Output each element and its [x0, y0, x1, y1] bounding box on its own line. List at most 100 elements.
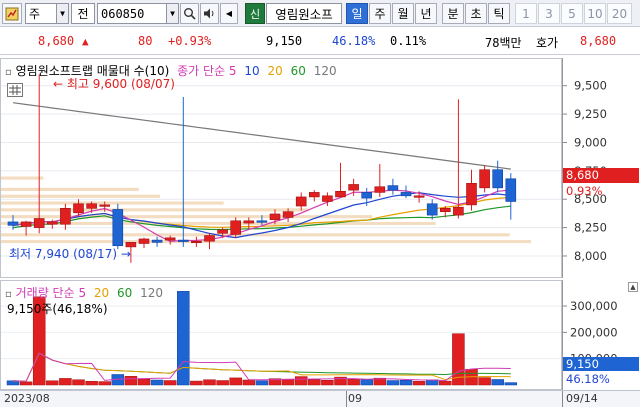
volume-bar — [347, 378, 360, 386]
volume-bar — [308, 379, 321, 386]
legend-square-icon: ▫ — [5, 67, 12, 78]
price-tick-label: 9,000 — [574, 135, 607, 149]
timeframe-select[interactable]: 주 ▼ — [25, 3, 69, 24]
volume-profile-bar — [1, 176, 44, 180]
volume-bar — [59, 378, 72, 386]
date-axis: 2023/08 09 09/14 — [0, 390, 640, 407]
volume-bar — [229, 377, 242, 386]
candle-body — [86, 203, 97, 209]
candle-body — [479, 169, 490, 189]
volume-bar — [163, 380, 177, 386]
high-annotation: ← 최고 9,600 (08/07) — [53, 75, 175, 92]
mode-select[interactable]: 전 — [71, 3, 95, 24]
vol-ma60-label: 60 — [117, 286, 133, 300]
volume-legend-title: 거래량 단순 5 — [15, 286, 87, 300]
volume-bar — [19, 381, 33, 386]
tab-minute[interactable]: 분 — [442, 3, 464, 24]
price-change: 80 — [138, 34, 153, 48]
up-triangle-icon: ▲ — [82, 35, 89, 48]
volume-bar — [360, 379, 373, 386]
candle-body — [178, 239, 189, 242]
volume-bar — [177, 291, 190, 386]
price-change-pct: +0.93% — [168, 34, 212, 48]
date-label-09-14: 09/14 — [566, 392, 598, 405]
tab-year[interactable]: 년 — [415, 3, 437, 24]
chevron-left-icon[interactable]: ◀ — [220, 3, 238, 24]
toolbar: 주 ▼ 전 060850 ▼ ◀ 신 영림원소프 일 주 월 년 분 초 틱 1… — [0, 0, 640, 27]
tab-week[interactable]: 주 — [369, 3, 391, 24]
trade-amount: 78백만 — [485, 36, 522, 50]
candle-body — [466, 183, 477, 206]
ask-price: 8,680 — [580, 34, 617, 48]
timeframe-value: 주 — [29, 7, 41, 21]
tab-month[interactable]: 월 — [392, 3, 414, 24]
candle-body — [256, 220, 268, 223]
interval-1-button[interactable]: 1 — [515, 3, 537, 24]
candle-body — [453, 206, 464, 216]
speaker-icon[interactable] — [200, 3, 219, 24]
chevron-down-icon[interactable]: ▼ — [56, 4, 68, 23]
grid-icon[interactable] — [7, 83, 23, 97]
scroll-up-icon[interactable]: ▲ — [628, 282, 638, 292]
chevron-down-icon[interactable]: ▼ — [166, 4, 178, 23]
candle-body — [191, 240, 202, 244]
volume-bar — [98, 381, 111, 386]
candle-body — [282, 211, 294, 218]
vol-ma20-label: 20 — [93, 286, 110, 300]
volume-profile-bar — [1, 201, 224, 205]
price-tick-label: 9,500 — [574, 79, 607, 93]
vol-ma120-label: 120 — [140, 286, 164, 300]
candle-body — [335, 190, 346, 198]
current-change-tag: 0.93% — [566, 184, 603, 198]
price-tick-label: 9,250 — [574, 107, 607, 121]
stock-code-input[interactable]: 060850 ▼ — [97, 3, 179, 24]
vol-ma20-line — [12, 352, 511, 382]
volume-profile-bar — [1, 187, 139, 191]
volume-profile-bar — [1, 240, 531, 244]
search-icon[interactable] — [180, 3, 199, 24]
volume-bar — [203, 379, 216, 386]
candle-body — [439, 207, 451, 213]
candle-body — [20, 221, 32, 227]
volume-legend: ▫ 거래량 단순 5 20 60 120 — [5, 284, 163, 301]
ma20-label: 20 — [267, 64, 283, 78]
volume-bar — [439, 380, 452, 386]
vol-ma60-line — [12, 352, 511, 382]
candle-body — [46, 221, 58, 225]
ma60-label: 60 — [290, 64, 306, 78]
volume-bar — [124, 376, 138, 386]
chart-settings-icon[interactable] — [2, 3, 22, 24]
volume-chart-panel[interactable]: ▫ 거래량 단순 5 20 60 120 9,150주(46,18%) — [0, 280, 562, 390]
price-axis: 9,5009,2509,0008,7508,5008,2508,000 8,68… — [562, 58, 640, 278]
legend-square-icon: ▫ — [5, 289, 12, 300]
price-chart-panel[interactable]: ▫ 영림원소프트랩 매물대 수(10) 종가 단순 5 10 20 60 120… — [0, 58, 562, 278]
volume-tick-label: 300,000 — [570, 299, 618, 313]
candle-body — [151, 239, 163, 243]
volume-tick-label: 200,000 — [570, 325, 618, 339]
volume-bar — [85, 381, 98, 386]
credit-badge[interactable]: 신 — [245, 3, 265, 24]
arrow-left-icon: ← — [53, 77, 64, 91]
arrow-right-icon: → — [120, 247, 131, 261]
candle-body — [138, 238, 150, 244]
tab-tick[interactable]: 틱 — [488, 3, 510, 24]
candle-body — [60, 207, 71, 225]
current-ratio-tag: 46.18% — [566, 372, 610, 386]
candle-body — [164, 237, 176, 241]
tab-day[interactable]: 일 — [346, 3, 368, 24]
interval-10-button[interactable]: 10 — [584, 3, 606, 24]
tab-second[interactable]: 초 — [465, 3, 487, 24]
candle-body — [492, 169, 504, 189]
volume-bar — [491, 379, 504, 386]
candle-body — [295, 196, 307, 207]
interval-5-button[interactable]: 5 — [561, 3, 583, 24]
volume-bar — [478, 377, 491, 386]
candle-body — [400, 192, 412, 197]
price-tick-label: 8,000 — [574, 249, 607, 263]
date-label-2023-08: 2023/08 — [4, 392, 50, 405]
quote-bar: 8,680 ▲ 80 +0.93% 9,150 46.18% 0.11% 78백… — [0, 28, 640, 55]
volume-bar — [150, 379, 164, 386]
interval-20-button[interactable]: 20 — [607, 3, 632, 24]
volume-axis: 300,000200,000100,000 9,150 46.18% ▲ — [562, 280, 640, 390]
interval-3-button[interactable]: 3 — [538, 3, 560, 24]
